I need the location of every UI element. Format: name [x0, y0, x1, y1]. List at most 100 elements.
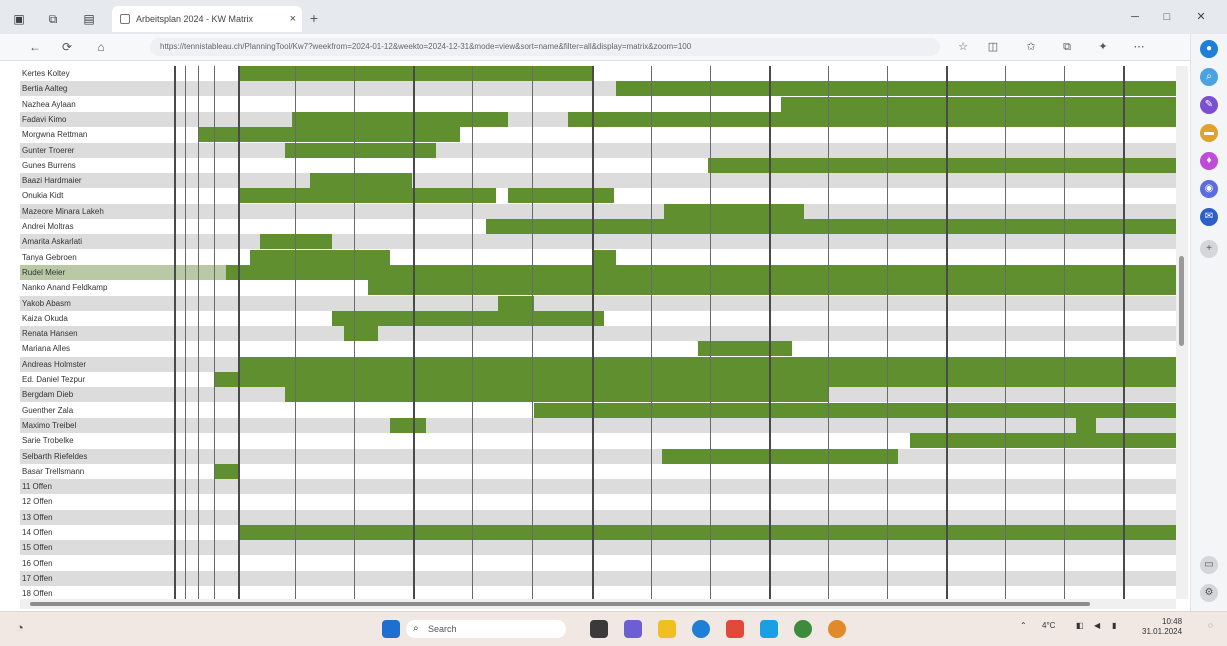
assignment-bar[interactable]: [310, 173, 412, 189]
assignment-bar[interactable]: [498, 295, 534, 311]
assignment-bar[interactable]: [390, 417, 426, 433]
tray-chevron-icon[interactable]: ⌃: [1020, 621, 1027, 631]
timeline-row[interactable]: Bertia Aalteg: [20, 81, 1176, 97]
assignment-bar[interactable]: [662, 448, 898, 464]
timeline-row[interactable]: Amarita Askarlati: [20, 234, 1176, 250]
shopping-icon[interactable]: ▬: [1200, 124, 1218, 142]
timeline-row[interactable]: Bergdam Dieb: [20, 387, 1176, 403]
timeline-row[interactable]: Ed. Daniel Tezpur: [20, 372, 1176, 387]
home-button[interactable]: ⌂: [92, 38, 110, 56]
back-button[interactable]: ←: [26, 38, 44, 56]
add-sidebar-icon[interactable]: +: [1200, 240, 1218, 258]
minimize-button[interactable]: ─: [1124, 8, 1146, 26]
network-icon[interactable]: ◧: [1076, 621, 1084, 631]
assignment-bar[interactable]: [226, 264, 1176, 280]
assignment-bar[interactable]: [698, 341, 792, 357]
assignment-bar[interactable]: [238, 525, 1176, 540]
timeline-row[interactable]: 11 Offen: [20, 479, 1176, 495]
assignment-bar[interactable]: [344, 326, 378, 342]
assignment-bar[interactable]: [486, 219, 1176, 234]
taskbar-search[interactable]: ⌕ Search: [406, 620, 566, 638]
close-window-button[interactable]: ✕: [1190, 8, 1212, 26]
refresh-button[interactable]: ⟳: [58, 38, 76, 56]
timeline-row[interactable]: Mazeore Minara Lakeh: [20, 203, 1176, 219]
timeline-row[interactable]: Onukia Kidt: [20, 188, 1176, 204]
timeline-row[interactable]: 17 Offen: [20, 570, 1176, 586]
copilot-icon[interactable]: ●: [1200, 40, 1218, 58]
sidebar-settings-icon[interactable]: ⚙: [1200, 584, 1218, 602]
tab-actions-icon[interactable]: ▤: [80, 10, 98, 28]
timeline-row[interactable]: Tanya Gebroen: [20, 249, 1176, 265]
file-explorer-icon[interactable]: [658, 620, 676, 638]
assignment-bar[interactable]: [910, 433, 1176, 449]
assignment-bar[interactable]: [250, 249, 390, 265]
vertical-scroll-thumb[interactable]: [1179, 256, 1184, 346]
assignment-bar[interactable]: [616, 81, 1176, 97]
battery-icon[interactable]: ▮: [1112, 621, 1116, 631]
timeline-row[interactable]: Morgwna Rettman: [20, 127, 1176, 143]
assignment-bar[interactable]: [1076, 417, 1096, 433]
assignment-bar[interactable]: [238, 66, 592, 81]
office-icon[interactable]: ◉: [1200, 180, 1218, 198]
assignment-bar[interactable]: [508, 188, 614, 204]
chrome-icon[interactable]: [828, 620, 846, 638]
assignment-bar[interactable]: [592, 249, 616, 265]
assignment-bar[interactable]: [292, 111, 508, 127]
assignment-bar[interactable]: [214, 463, 238, 479]
timeline-row[interactable]: 15 Offen: [20, 540, 1176, 556]
assignment-bar[interactable]: [238, 356, 1176, 372]
assignment-bar[interactable]: [568, 111, 1176, 127]
favorites-icon[interactable]: ✩: [1022, 38, 1040, 56]
start-icon[interactable]: [382, 620, 400, 638]
timeline-row[interactable]: Kaiza Okuda: [20, 310, 1176, 326]
sidebar-toggle-icon[interactable]: ▣: [10, 10, 28, 28]
tab-active[interactable]: Arbeitsplan 2024 - KW Matrix ×: [112, 6, 302, 32]
assignment-bar[interactable]: [781, 96, 1176, 112]
app-icon-green[interactable]: [794, 620, 812, 638]
timeline-row[interactable]: Fadavi Kimo: [20, 111, 1176, 127]
tools-icon[interactable]: ✎: [1200, 96, 1218, 114]
assignment-bar[interactable]: [708, 157, 1176, 173]
assignment-bar[interactable]: [534, 402, 1176, 418]
assignment-bar[interactable]: [238, 188, 496, 204]
new-tab-button[interactable]: +: [306, 10, 322, 26]
timeline-row[interactable]: Yakob Abasm: [20, 295, 1176, 311]
workspaces-icon[interactable]: ⧉: [44, 10, 62, 28]
timeline-row[interactable]: 18 Offen: [20, 586, 1176, 599]
split-screen-icon[interactable]: ◫: [984, 38, 1002, 56]
assignment-bar[interactable]: [214, 372, 1176, 387]
assignment-bar[interactable]: [260, 234, 332, 250]
timeline-row[interactable]: Selbarth Riefeldes: [20, 448, 1176, 464]
games-icon[interactable]: ♦: [1200, 152, 1218, 170]
assignment-bar[interactable]: [368, 280, 1176, 296]
edge-icon[interactable]: [692, 620, 710, 638]
tab-close-button[interactable]: ×: [290, 6, 296, 32]
timeline-row[interactable]: 12 Offen: [20, 494, 1176, 510]
timeline-row[interactable]: Mariana Alles: [20, 341, 1176, 357]
timeline-row[interactable]: Guenther Zala: [20, 402, 1176, 418]
timeline-row[interactable]: 14 Offen: [20, 525, 1176, 540]
timeline-row[interactable]: Nazhea Aylaan: [20, 96, 1176, 112]
timeline-row[interactable]: 16 Offen: [20, 555, 1176, 571]
timeline-row[interactable]: Rudel Meier: [20, 264, 1176, 280]
chat-icon[interactable]: [624, 620, 642, 638]
horizontal-scrollbar[interactable]: [20, 599, 1176, 609]
timeline-row[interactable]: Renata Hansen: [20, 326, 1176, 342]
timeline-row[interactable]: Baazi Hardmaier: [20, 173, 1176, 189]
settings-icon[interactable]: ⋯: [1130, 38, 1148, 56]
sidebar-layout-icon[interactable]: ▭: [1200, 556, 1218, 574]
timeline-row[interactable]: 13 Offen: [20, 509, 1176, 525]
task-view-icon[interactable]: [590, 620, 608, 638]
address-bar[interactable]: https://tennistableau.ch/PlanningTool/Kw…: [150, 38, 940, 56]
star-icon[interactable]: ☆: [954, 38, 972, 56]
volume-icon[interactable]: ◀: [1094, 621, 1100, 631]
timeline-row[interactable]: Andreas Holmster: [20, 356, 1176, 372]
timeline-row[interactable]: Sarie Trobelke: [20, 433, 1176, 449]
extensions-icon[interactable]: ✦: [1094, 38, 1112, 56]
timeline-row[interactable]: Maximo Treibel: [20, 417, 1176, 433]
app-icon-red[interactable]: [726, 620, 744, 638]
outlook-icon[interactable]: ✉: [1200, 208, 1218, 226]
clock[interactable]: 10:48 31.01.2024: [1142, 617, 1182, 637]
assignment-bar[interactable]: [285, 387, 828, 403]
timeline-row[interactable]: Basar Trellsmann: [20, 463, 1176, 479]
